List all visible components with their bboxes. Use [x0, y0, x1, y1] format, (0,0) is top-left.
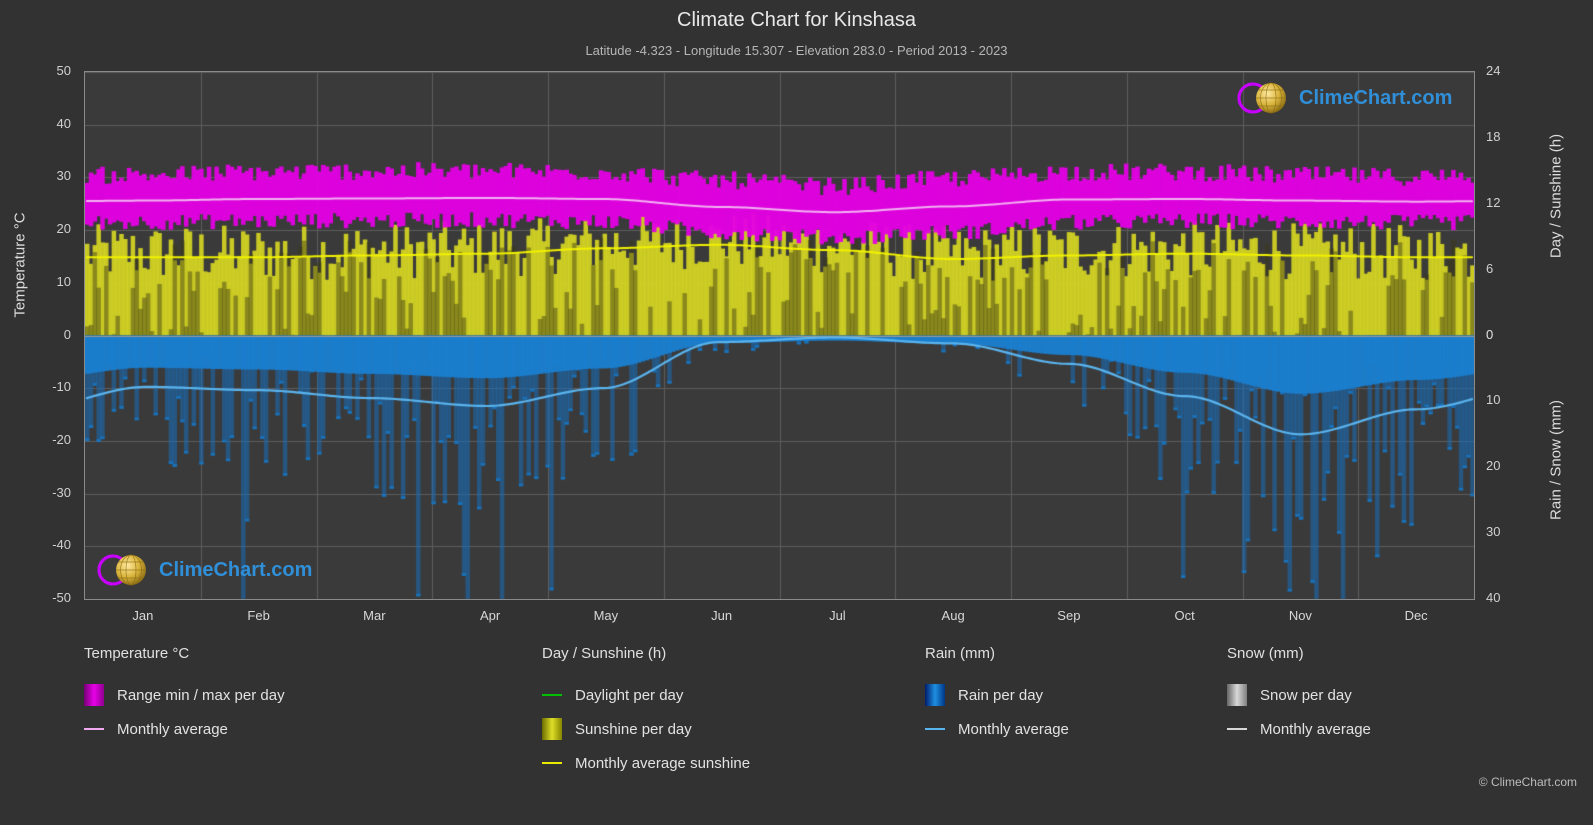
- x-tick-oct: Oct: [1174, 608, 1195, 623]
- y-tick-left: 0: [63, 326, 71, 342]
- climechart-logo-icon: [97, 554, 146, 586]
- legend-item: Snow per day: [1227, 678, 1371, 712]
- legend-label: Monthly average: [958, 720, 1069, 738]
- x-tick-apr: Apr: [480, 608, 501, 623]
- x-tick-nov: Nov: [1288, 608, 1312, 623]
- legend-label: Monthly average sunshine: [575, 754, 751, 772]
- legend-item: Monthly average: [1227, 712, 1371, 746]
- legend-item: Range min / max per day: [84, 678, 285, 712]
- x-tick-feb: Feb: [247, 608, 270, 623]
- y-tick-right-bottom: 40: [1486, 590, 1501, 605]
- x-tick-mar: Mar: [363, 608, 386, 623]
- watermark-top: ClimeChart.com: [1233, 80, 1452, 116]
- y-tick-right-top: 18: [1486, 128, 1501, 144]
- legend-item: Monthly average: [925, 712, 1069, 746]
- y-axis-right-top-label: Day / Sunshine (h): [1547, 133, 1565, 259]
- legend-label: Monthly average: [117, 720, 228, 738]
- legend-label: Range min / max per day: [117, 686, 285, 704]
- legend-line-swatch: [84, 728, 104, 730]
- legend-line-swatch: [542, 694, 562, 696]
- legend-item: Monthly average: [84, 712, 285, 746]
- legend-swatch: [84, 684, 104, 706]
- legend-label: Snow per day: [1260, 686, 1352, 704]
- legend-heading: Rain (mm): [925, 645, 995, 662]
- legend-swatch: [1227, 684, 1247, 706]
- y-tick-right-bottom: 0: [1486, 326, 1494, 342]
- y-tick-right-top: 12: [1486, 194, 1501, 210]
- legend-swatch: [542, 718, 562, 740]
- y-tick-left: 30: [56, 168, 71, 184]
- legend-label: Daylight per day: [575, 686, 684, 704]
- x-tick-may: May: [593, 608, 619, 623]
- legend-heading: Temperature °C: [84, 645, 190, 662]
- watermark-text: ClimeChart.com: [159, 558, 313, 581]
- legend-item: Daylight per day: [542, 678, 750, 712]
- y-tick-left: -10: [52, 379, 71, 395]
- y-tick-left: -20: [52, 431, 71, 447]
- x-tick-aug: Aug: [941, 608, 965, 623]
- legend-label: Sunshine per day: [575, 720, 692, 738]
- watermark-text: ClimeChart.com: [1299, 86, 1453, 109]
- y-tick-left: -50: [52, 590, 71, 605]
- y-tick-left: -40: [52, 537, 71, 553]
- legend-heading: Day / Sunshine (h): [542, 645, 667, 662]
- y-tick-right-top: 6: [1486, 260, 1494, 276]
- climechart-logo-icon: [1237, 82, 1286, 114]
- y-tick-right-top: 24: [1486, 63, 1501, 78]
- chart-subtitle: Latitude -4.323 - Longitude 15.307 - Ele…: [585, 43, 1008, 58]
- x-tick-jul: Jul: [829, 608, 846, 623]
- legend-item: Sunshine per day: [542, 712, 750, 746]
- y-tick-right-bottom: 20: [1486, 458, 1501, 474]
- legend-item: Rain per day: [925, 678, 1069, 712]
- watermark-bottom: ClimeChart.com: [93, 552, 312, 588]
- legend-label: Monthly average: [1260, 720, 1371, 738]
- legend-swatch: [925, 684, 945, 706]
- y-tick-left: 20: [56, 221, 71, 237]
- legend-heading: Snow (mm): [1227, 645, 1304, 662]
- copyright-text: © ClimeChart.com: [1478, 775, 1577, 789]
- legend-label: Rain per day: [958, 686, 1044, 704]
- legend-line-swatch: [925, 728, 945, 730]
- x-tick-jan: Jan: [132, 608, 154, 623]
- y-tick-right-bottom: 30: [1486, 524, 1501, 540]
- y-axis-right-bottom-label: Rain / Snow (mm): [1547, 399, 1565, 521]
- x-tick-dec: Dec: [1404, 608, 1428, 623]
- legend-line-swatch: [542, 762, 562, 764]
- page-title: Climate Chart for Kinshasa: [677, 9, 916, 31]
- legend-item: Monthly average sunshine: [542, 746, 750, 780]
- climate-chart-plot: [84, 71, 1475, 600]
- y-tick-left: 50: [56, 63, 71, 78]
- y-tick-right-bottom: 10: [1486, 392, 1501, 408]
- x-tick-jun: Jun: [711, 608, 733, 623]
- legend-line-swatch: [1227, 728, 1247, 730]
- y-tick-left: 10: [56, 273, 71, 289]
- x-tick-sep: Sep: [1057, 608, 1081, 623]
- chart-legend: Temperature °C Range min / max per day Mon…: [0, 645, 1593, 805]
- y-tick-left: 40: [56, 115, 71, 131]
- y-tick-left: -30: [52, 484, 71, 500]
